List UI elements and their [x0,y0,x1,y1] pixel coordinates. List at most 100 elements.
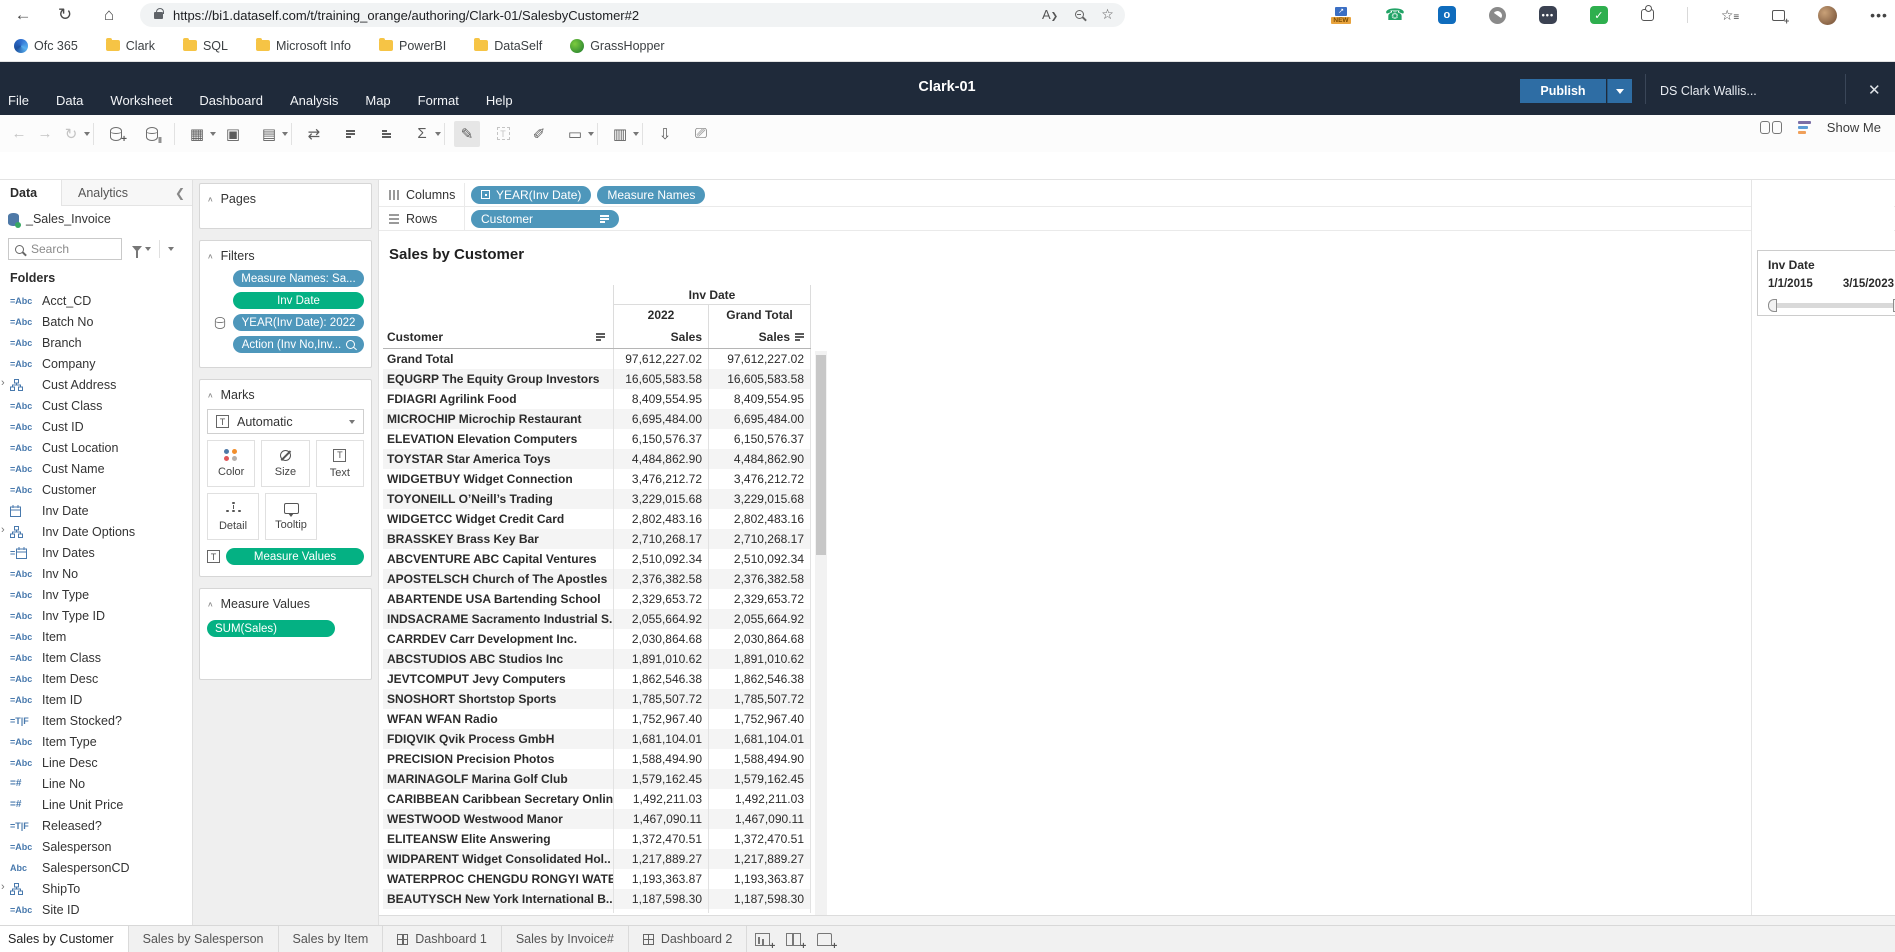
menu-item-map[interactable]: Map [365,93,390,108]
field-inv-date[interactable]: Inv Date [0,500,192,521]
columns-shelf[interactable]: Columns YEAR(Inv Date) Measure Names [379,183,1895,207]
row-grand-total-cell[interactable]: 1,092,329.74 [708,909,811,913]
row-customer-cell[interactable]: ABCVENTURE ABC Capital Ventures [383,549,613,569]
field-inv-type[interactable]: =AbcInv Type [0,584,192,605]
annotate-icon[interactable]: ✐ [526,121,552,147]
row-customer-cell[interactable]: MARINAGOLF Marina Golf Club [383,769,613,789]
table-row[interactable]: FDIAGRI Agrilink Food8,409,554.958,409,5… [383,389,811,409]
fit-view-icon[interactable]: ▥ [607,121,633,147]
row-customer-cell[interactable]: EQUGRP The Equity Group Investors [383,369,613,389]
table-row[interactable]: SNOSHORT Shortstop Sports1,785,507.721,7… [383,689,811,709]
new-story-icon[interactable] [817,933,832,946]
row-customer-cell[interactable]: BEAUTYSCH New York International B.. [383,889,613,909]
field-line-unit-price[interactable]: =#Line Unit Price [0,794,192,815]
row-customer-cell[interactable]: Grand Total [383,349,613,369]
table-row[interactable]: BEAUTYSCH New York International B..1,18… [383,889,811,909]
bookmark-item[interactable]: DataSelf [474,39,542,53]
totals-icon[interactable]: Σ [409,121,435,147]
size-button[interactable]: Size [261,440,309,487]
row-grand-total-cell[interactable]: 4,484,862.90 [708,449,811,469]
measure-header[interactable]: Sales [613,325,708,348]
menu-item-analysis[interactable]: Analysis [290,93,338,108]
profile-avatar[interactable] [1818,6,1837,25]
row-sales-cell[interactable]: 2,802,483.16 [613,509,708,529]
row-sales-cell[interactable]: 1,891,010.62 [613,649,708,669]
row-customer-cell[interactable]: PRECISION Precision Photos [383,749,613,769]
dots-extension-icon[interactable]: ••• [1539,6,1557,24]
row-grand-total-cell[interactable]: 6,150,576.37 [708,429,811,449]
menu-item-file[interactable]: File [8,93,29,108]
row-grand-total-cell[interactable]: 1,785,507.72 [708,689,811,709]
close-icon[interactable]: ✕ [1868,81,1881,99]
field-inv-no[interactable]: =AbcInv No [0,563,192,584]
row-sales-cell[interactable]: 2,030,864.68 [613,629,708,649]
publish-button[interactable]: Publish [1520,79,1606,103]
sort-descending-icon[interactable] [373,121,399,147]
row-grand-total-cell[interactable]: 1,217,889.27 [708,849,811,869]
row-grand-total-cell[interactable]: 3,476,212.72 [708,469,811,489]
publish-dropdown[interactable] [1607,79,1632,103]
field-cust-address[interactable]: ›Cust Address [0,374,192,395]
table-row[interactable]: WESTWOOD Westwood Manor1,467,090.111,467… [383,809,811,829]
menu-item-dashboard[interactable]: Dashboard [199,93,263,108]
row-sales-cell[interactable]: 1,588,494.90 [613,749,708,769]
field-salesperson[interactable]: =AbcSalesperson [0,836,192,857]
sort-ascending-icon[interactable] [337,121,363,147]
table-row[interactable]: ELEVATION Elevation Computers6,150,576.3… [383,429,811,449]
row-customer-cell[interactable]: SNOSHORT Shortstop Sports [383,689,613,709]
row-sales-cell[interactable]: 2,055,664.92 [613,609,708,629]
field-shipto[interactable]: ›ShipTo [0,878,192,899]
bookmark-item[interactable]: SQL [183,39,228,53]
field-item-stocked-[interactable]: =T|FItem Stocked? [0,710,192,731]
filter-pill[interactable]: Measure Names: Sa... [233,270,364,287]
clear-sheet-icon[interactable]: ▤ [256,121,282,147]
field-item-class[interactable]: =AbcItem Class [0,647,192,668]
presentation-mode-icon[interactable]: ⎚ [688,121,714,147]
table-row[interactable]: ABCVENTURE ABC Capital Ventures2,510,092… [383,549,811,569]
row-customer-cell[interactable]: WIDGETBUY Widget Connection [383,469,613,489]
bookmark-item[interactable]: Clark [106,39,155,53]
row-sales-cell[interactable]: 4,484,862.90 [613,449,708,469]
row-grand-total-cell[interactable]: 1,752,967.40 [708,709,811,729]
extensions-puzzle-icon[interactable] [1641,9,1654,21]
row-customer-cell[interactable]: WIDPARENT Widget Consolidated Hol.. [383,849,613,869]
field-acct-cd[interactable]: =AbcAcct_CD [0,290,192,311]
row-sales-cell[interactable]: 1,785,507.72 [613,689,708,709]
row-sales-cell[interactable]: 6,695,484.00 [613,409,708,429]
replay-icon[interactable]: ↻ [58,121,84,147]
table-row[interactable]: APOSTELSCH Church of The Apostles2,376,3… [383,569,811,589]
slider-handle-left[interactable] [1768,299,1777,312]
view-options-icon[interactable] [168,247,174,251]
fix-axes-icon[interactable]: ▭ [562,121,588,147]
row-grand-total-cell[interactable]: 1,372,470.51 [708,829,811,849]
bookmark-item[interactable]: Microsoft Info [256,39,351,53]
undo-icon[interactable]: ← [6,121,32,147]
field-inv-dates[interactable]: =Inv Dates [0,542,192,563]
row-sales-cell[interactable]: 16,605,583.58 [613,369,708,389]
customer-pill[interactable]: Customer [471,210,619,228]
measure-names-pill[interactable]: Measure Names [597,186,705,204]
tab-analytics[interactable]: Analytics [62,180,168,206]
table-row[interactable]: INDSACRAME Sacramento Industrial S..2,05… [383,609,811,629]
row-customer-cell[interactable]: WATERPROC CHENGDU RONGYI WATE.. [383,869,613,889]
mark-type-dropdown[interactable]: T Automatic [207,409,364,434]
address-bar[interactable]: https://bi1.dataself.com/t/training_oran… [140,3,1125,27]
row-grand-total-cell[interactable]: 1,891,010.62 [708,649,811,669]
table-row[interactable]: WFAN WFAN Radio1,752,967.401,752,967.40 [383,709,811,729]
row-sales-cell[interactable]: 2,329,653.72 [613,589,708,609]
check-extension-icon[interactable]: ✓ [1590,6,1608,24]
field-branch[interactable]: =AbcBranch [0,332,192,353]
filter-pill[interactable]: Action (Inv No,Inv... [233,336,364,353]
menu-item-help[interactable]: Help [486,93,513,108]
row-sales-cell[interactable]: 1,193,363.87 [613,869,708,889]
menu-item-data[interactable]: Data [56,93,83,108]
table-row[interactable]: WATERPROC CHENGDU RONGYI WATE..1,193,363… [383,869,811,889]
tooltip-button[interactable]: Tooltip [265,493,317,540]
row-customer-cell[interactable]: ELITEANSW Elite Answering [383,829,613,849]
redo-icon[interactable]: → [32,121,58,147]
row-grand-total-cell[interactable]: 2,376,382.58 [708,569,811,589]
scrollbar-thumb[interactable] [816,355,826,555]
row-grand-total-cell[interactable]: 6,695,484.00 [708,409,811,429]
vertical-scrollbar[interactable] [815,351,827,915]
row-customer-cell[interactable]: MICROCHIP Microchip Restaurant [383,409,613,429]
